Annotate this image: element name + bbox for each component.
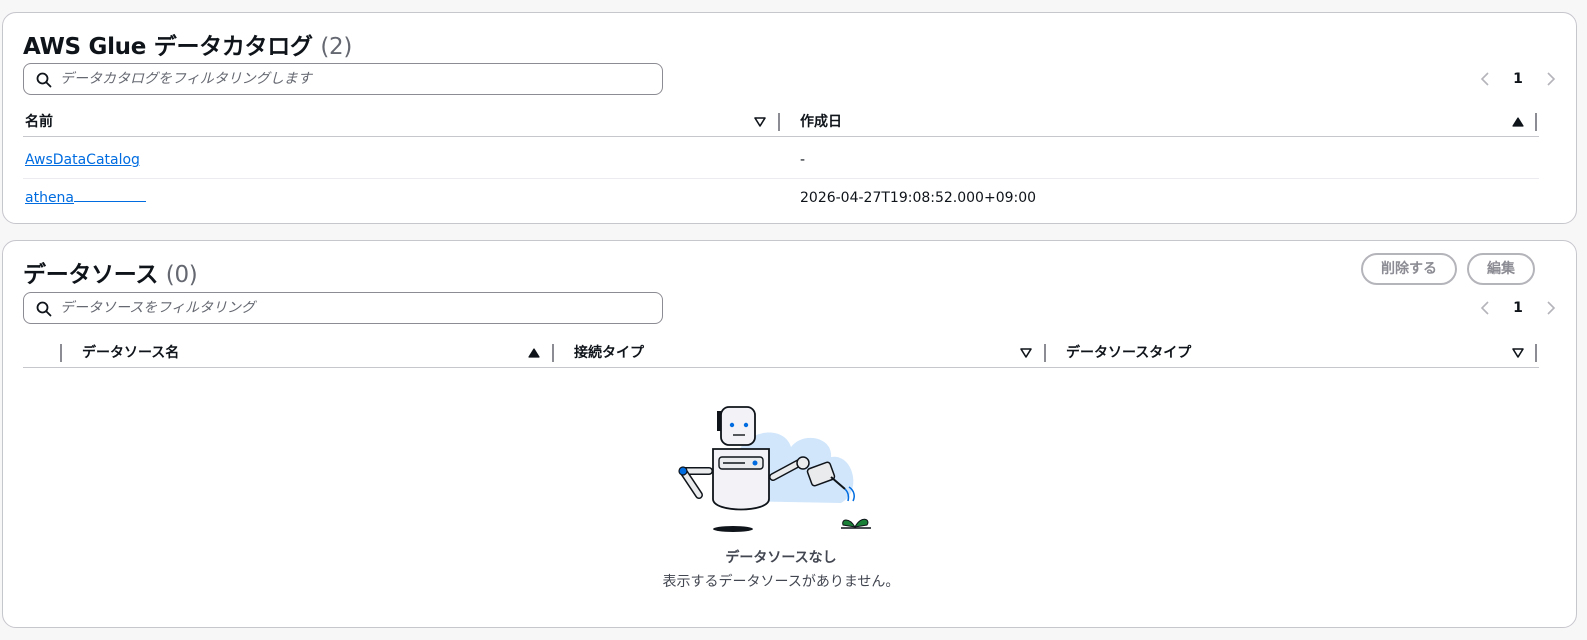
robot-watering-plant-illustration bbox=[678, 406, 871, 532]
empty-state-description: 表示するデータソースがありません。 bbox=[662, 574, 900, 590]
column-header-connection-type[interactable]: 接続タイプ bbox=[574, 338, 644, 368]
data-catalog-title-text: AWS Glue データカタログ bbox=[23, 34, 313, 60]
catalog-name-link[interactable]: AwsDataCatalog bbox=[25, 141, 140, 179]
redacted-text bbox=[74, 190, 147, 202]
data-source-search bbox=[23, 292, 663, 324]
search-icon bbox=[36, 301, 52, 317]
sort-descending-icon[interactable] bbox=[1019, 346, 1033, 360]
column-resize-handle[interactable] bbox=[1535, 113, 1537, 131]
data-source-table-header: データソース名 接続タイプ データソースタイプ bbox=[23, 338, 1539, 368]
column-resize-handle[interactable] bbox=[552, 344, 554, 362]
empty-state-title: データソースなし bbox=[725, 550, 837, 566]
chevron-left-icon[interactable] bbox=[1478, 71, 1492, 87]
search-icon bbox=[36, 72, 52, 88]
data-catalog-page-number[interactable]: 1 bbox=[1513, 71, 1523, 87]
column-resize-handle[interactable] bbox=[60, 344, 62, 362]
data-source-count: (0) bbox=[165, 262, 198, 288]
data-catalog-pagination: 1 bbox=[1478, 67, 1558, 91]
data-catalog-search-input[interactable] bbox=[60, 64, 656, 94]
sort-ascending-icon[interactable] bbox=[1511, 115, 1525, 129]
data-source-panel: データソース (0) 削除する 編集 1 データソース名 接続タイプ データソー… bbox=[2, 240, 1577, 628]
catalog-name-text[interactable]: athena bbox=[25, 190, 74, 206]
delete-button[interactable]: 削除する bbox=[1361, 253, 1457, 285]
data-source-search-input[interactable] bbox=[60, 293, 656, 323]
data-catalog-search bbox=[23, 63, 663, 95]
data-catalog-count: (2) bbox=[320, 34, 353, 60]
column-header-data-source-type[interactable]: データソースタイプ bbox=[1066, 338, 1191, 368]
edit-button[interactable]: 編集 bbox=[1467, 253, 1535, 285]
sort-ascending-icon[interactable] bbox=[527, 346, 541, 360]
table-row: AwsDataCatalog - bbox=[23, 141, 1539, 179]
sort-descending-icon[interactable] bbox=[753, 115, 767, 129]
data-source-title: データソース (0) bbox=[23, 255, 198, 289]
data-catalog-panel: AWS Glue データカタログ (2) 1 名前 作成日 AwsDataCat… bbox=[2, 12, 1577, 224]
data-source-page-number[interactable]: 1 bbox=[1513, 300, 1523, 316]
data-catalog-title: AWS Glue データカタログ (2) bbox=[23, 27, 352, 61]
chevron-right-icon[interactable] bbox=[1544, 71, 1558, 87]
column-resize-handle[interactable] bbox=[1535, 344, 1537, 362]
data-source-title-text: データソース bbox=[23, 262, 159, 288]
chevron-right-icon[interactable] bbox=[1544, 300, 1558, 316]
empty-state: データソースなし 表示するデータソースがありません。 bbox=[23, 381, 1539, 601]
column-resize-handle[interactable] bbox=[778, 113, 780, 131]
table-row: athena 2026-04-27T19:08:52.000+09:00 bbox=[23, 179, 1539, 217]
column-header-name[interactable]: 名前 bbox=[25, 107, 53, 137]
column-header-data-source-name[interactable]: データソース名 bbox=[82, 338, 179, 368]
data-source-pagination: 1 bbox=[1478, 296, 1558, 320]
data-catalog-table-header: 名前 作成日 bbox=[23, 107, 1539, 137]
sort-descending-icon[interactable] bbox=[1511, 346, 1525, 360]
column-resize-handle[interactable] bbox=[1044, 344, 1046, 362]
catalog-name-link[interactable]: athena bbox=[25, 179, 147, 217]
column-header-created[interactable]: 作成日 bbox=[800, 107, 842, 137]
chevron-left-icon[interactable] bbox=[1478, 300, 1492, 316]
catalog-created-date: 2026-04-27T19:08:52.000+09:00 bbox=[800, 190, 1037, 206]
catalog-created-date: - bbox=[800, 152, 806, 168]
